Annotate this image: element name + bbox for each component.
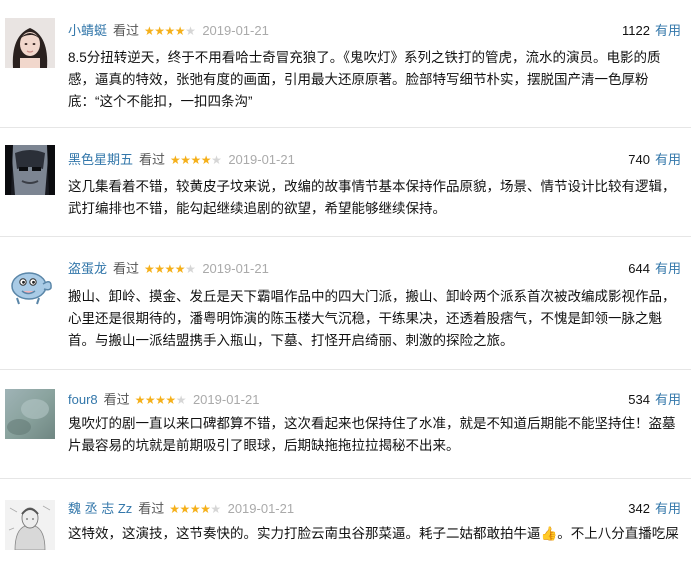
username-link[interactable]: four8	[68, 392, 98, 407]
comment-meta: 盗蛋龙 看过 ★★★★★ 2019-01-21	[68, 261, 269, 277]
avatar[interactable]	[5, 500, 55, 550]
vote-count: 1122 有用	[622, 23, 681, 39]
vote-count: 534 有用	[628, 392, 681, 408]
vote-number: 740	[628, 152, 650, 167]
username-link[interactable]: 盗蛋龙	[68, 261, 107, 276]
useful-button[interactable]: 有用	[655, 152, 681, 167]
vote-number: 1122	[622, 23, 650, 38]
avatar[interactable]	[5, 145, 55, 195]
star-empty-icon: ★	[211, 153, 222, 167]
star-icon: ★★★★	[134, 393, 177, 407]
comment-date: 2019-01-21	[202, 23, 269, 38]
avatar[interactable]	[5, 389, 55, 439]
vote-count: 740 有用	[628, 152, 681, 168]
avatar[interactable]	[5, 258, 55, 308]
useful-button[interactable]: 有用	[655, 501, 681, 516]
vote-number: 534	[628, 392, 650, 407]
comment-date: 2019-01-21	[227, 501, 295, 516]
vote-number: 644	[628, 261, 650, 276]
blurred-photo-icon	[5, 389, 55, 439]
watch-status: 看过	[113, 261, 140, 276]
sketch-portrait-icon	[5, 500, 55, 550]
vote-count: 342 有用	[628, 501, 681, 517]
username-link[interactable]: 黑色星期五	[68, 152, 133, 167]
comment-text: 鬼吹灯的剧一直以来口碑都算不错，这次看起来也保持住了水准，就是不知道后期能不能坚…	[68, 416, 676, 453]
username-link[interactable]: 魏 丞 志 Zz	[68, 501, 132, 516]
star-empty-icon: ★	[210, 502, 221, 516]
woman-portrait-icon	[5, 18, 55, 68]
comment-text: 这几集看着不错，较黄皮子坟来说，改编的故事情节基本保持作品原貌，场景、情节设计比…	[68, 179, 676, 216]
useful-button[interactable]: 有用	[655, 23, 681, 38]
comment-date: 2019-01-21	[202, 261, 269, 276]
comment-meta: four8 看过 ★★★★★ 2019-01-21	[68, 392, 259, 408]
comment-meta: 小蜻蜓 看过 ★★★★★ 2019-01-21	[68, 23, 269, 39]
comment-text: 这特效，这演技，这节奏快的。实力打脸云南虫谷那菜逼。耗子二姑都敢拍牛逼👍。不上八…	[68, 526, 679, 541]
star-rating: ★★★★★	[170, 153, 222, 167]
cartoon-dinosaur-icon	[5, 258, 55, 308]
comment-text: 8.5分扭转逆天，终于不用看哈士奇冒充狼了。《鬼吹灯》系列之铁打的管虎，流水的演…	[68, 50, 661, 109]
star-rating: ★★★★★	[169, 502, 221, 516]
comment-meta: 魏 丞 志 Zz 看过 ★★★★★ 2019-01-21	[68, 501, 294, 517]
masked-face-icon	[5, 145, 55, 195]
comment-date: 2019-01-21	[192, 392, 260, 407]
comment-meta: 黑色星期五 看过 ★★★★★ 2019-01-21	[68, 152, 295, 168]
comment-text: 搬山、卸岭、摸金、发丘是天下霸唱作品中的四大门派，搬山、卸岭两个派系首次被改编成…	[68, 289, 676, 348]
star-rating: ★★★★★	[144, 24, 196, 38]
comment-list: 小蜻蜓 看过 ★★★★★ 2019-01-21 1122 有用 8.5分扭转逆天，终于不…	[0, 0, 691, 567]
star-rating: ★★★★★	[134, 393, 187, 407]
useful-button[interactable]: 有用	[655, 392, 681, 407]
star-empty-icon: ★	[185, 24, 196, 38]
comment-item: four8 看过 ★★★★★ 2019-01-21 534 有用 鬼吹灯的剧一直以来口碑…	[0, 370, 691, 479]
comment-item: 小蜻蜓 看过 ★★★★★ 2019-01-21 1122 有用 8.5分扭转逆天，终于不…	[0, 0, 691, 128]
comment-item: 盗蛋龙 看过 ★★★★★ 2019-01-21 644 有用 搬山、卸岭、摸金、发丘是天…	[0, 237, 691, 370]
watch-status: 看过	[139, 152, 166, 167]
star-icon: ★★★★	[144, 262, 186, 276]
star-empty-icon: ★	[175, 393, 187, 407]
comment-date: 2019-01-21	[228, 152, 295, 167]
star-rating: ★★★★★	[144, 262, 196, 276]
star-icon: ★★★★	[170, 153, 212, 167]
star-icon: ★★★★	[169, 502, 211, 516]
useful-button[interactable]: 有用	[655, 261, 681, 276]
watch-status: 看过	[103, 392, 130, 407]
username-link[interactable]: 小蜻蜓	[68, 23, 107, 38]
watch-status: 看过	[138, 501, 165, 516]
vote-number: 342	[628, 501, 650, 516]
avatar[interactable]	[5, 18, 55, 68]
comment-item: 黑色星期五 看过 ★★★★★ 2019-01-21 740 有用 这几集看着不错，较黄皮…	[0, 128, 691, 237]
star-icon: ★★★★	[144, 24, 186, 38]
watch-status: 看过	[113, 23, 140, 38]
star-empty-icon: ★	[185, 262, 196, 276]
comment-item: 魏 丞 志 Zz 看过 ★★★★★ 2019-01-21 342 有用 这特效，这演技，…	[0, 479, 691, 567]
vote-count: 644 有用	[628, 261, 681, 277]
